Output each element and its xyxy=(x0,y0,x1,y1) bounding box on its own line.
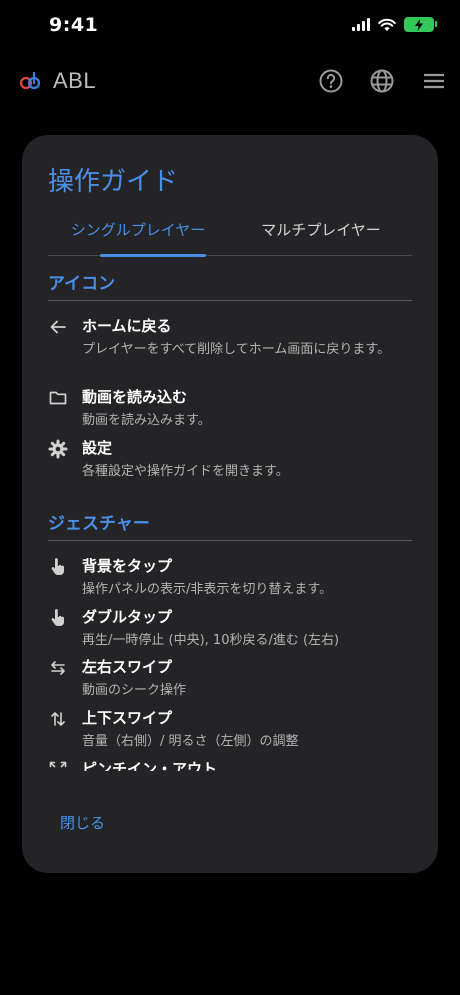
operation-guide-dialog: 操作ガイド シングルプレイヤー マルチプレイヤー アイコン ホームに戻る プレイ… xyxy=(22,135,438,873)
section-title-gestures: ジェスチャー xyxy=(48,514,150,534)
cellular-signal-icon xyxy=(352,18,370,31)
pinch-icon xyxy=(48,760,68,771)
double-tap-hand-icon xyxy=(48,608,68,628)
help-icon xyxy=(319,69,343,93)
guide-item-description: 操作パネルの表示/非表示を切り替えます。 xyxy=(82,582,333,597)
guide-item-double-tap: ダブルタップ 再生/一時停止 (中央), 10秒戻る/進む (左右) xyxy=(48,606,412,652)
guide-item-tap-background: 背景をタップ 操作パネルの表示/非表示を切り替えます。 xyxy=(48,555,412,601)
status-icons xyxy=(352,17,437,32)
app-title: ABL xyxy=(53,68,97,93)
guide-item-description: 動画を読み込みます。 xyxy=(82,413,211,428)
folder-icon xyxy=(48,388,68,408)
tab-bar: シングルプレイヤー マルチプレイヤー xyxy=(48,215,412,257)
guide-item-home: ホームに戻る プレイヤーをすべて削除してホーム画面に戻ります。 xyxy=(48,315,412,371)
guide-item-load-video: 動画を読み込む 動画を読み込みます。 xyxy=(48,386,412,432)
menu-button[interactable] xyxy=(421,68,447,94)
abl-logo-icon xyxy=(19,71,41,90)
guide-item-title: 上下スワイプ xyxy=(82,709,173,727)
guide-item-title: 設定 xyxy=(82,439,113,457)
app-bar: ABL xyxy=(0,60,460,104)
guide-item-swipe-vertical: 上下スワイプ 音量（右側）/ 明るさ（左側）の調整 xyxy=(48,707,412,753)
guide-scroll-area[interactable]: アイコン ホームに戻る プレイヤーをすべて削除してホーム画面に戻ります。 動画を… xyxy=(48,269,412,771)
battery-charging-icon xyxy=(404,17,437,32)
language-button[interactable] xyxy=(369,68,395,94)
arrow-left-icon xyxy=(48,317,68,337)
tap-hand-icon xyxy=(48,557,68,577)
guide-item-description: 音量（右側）/ 明るさ（左側）の調整 xyxy=(82,734,299,749)
dialog-title: 操作ガイド xyxy=(48,167,179,197)
tab-single-player[interactable]: シングルプレイヤー xyxy=(48,219,228,240)
guide-item-settings: 設定 各種設定や操作ガイドを開きます。 xyxy=(48,437,412,483)
guide-item-swipe-horizontal: 左右スワイプ 動画のシーク操作 xyxy=(48,656,412,702)
section-title-icons: アイコン xyxy=(48,274,116,294)
hamburger-menu-icon xyxy=(424,73,444,89)
globe-icon xyxy=(370,69,394,93)
status-time: 9:41 xyxy=(49,14,99,36)
section-divider xyxy=(48,540,412,541)
guide-item-pinch: ピンチイン・アウト xyxy=(48,758,412,771)
gear-icon xyxy=(48,439,68,459)
guide-item-description: 再生/一時停止 (中央), 10秒戻る/進む (左右) xyxy=(82,633,340,648)
guide-item-description: プレイヤーをすべて削除してホーム画面に戻ります。 xyxy=(82,342,391,357)
tab-multi-player[interactable]: マルチプレイヤー xyxy=(230,219,412,240)
status-bar: 9:41 xyxy=(0,0,460,52)
guide-item-title: 動画を読み込む xyxy=(82,388,188,406)
close-button[interactable]: 閉じる xyxy=(60,812,105,833)
guide-item-title: 背景をタップ xyxy=(82,557,173,575)
tab-active-indicator xyxy=(100,254,206,257)
guide-item-title: ホームに戻る xyxy=(82,317,172,335)
help-button[interactable] xyxy=(318,68,344,94)
guide-item-title: ダブルタップ xyxy=(82,608,173,626)
guide-item-title: ピンチイン・アウト xyxy=(82,760,218,771)
guide-item-title: 左右スワイプ xyxy=(82,658,173,676)
swipe-horizontal-icon xyxy=(48,658,68,678)
swipe-vertical-icon xyxy=(48,709,68,729)
section-divider xyxy=(48,300,412,301)
wifi-icon xyxy=(378,18,396,31)
guide-item-description: 動画のシーク操作 xyxy=(82,683,187,698)
guide-item-description: 各種設定や操作ガイドを開きます。 xyxy=(82,464,289,479)
